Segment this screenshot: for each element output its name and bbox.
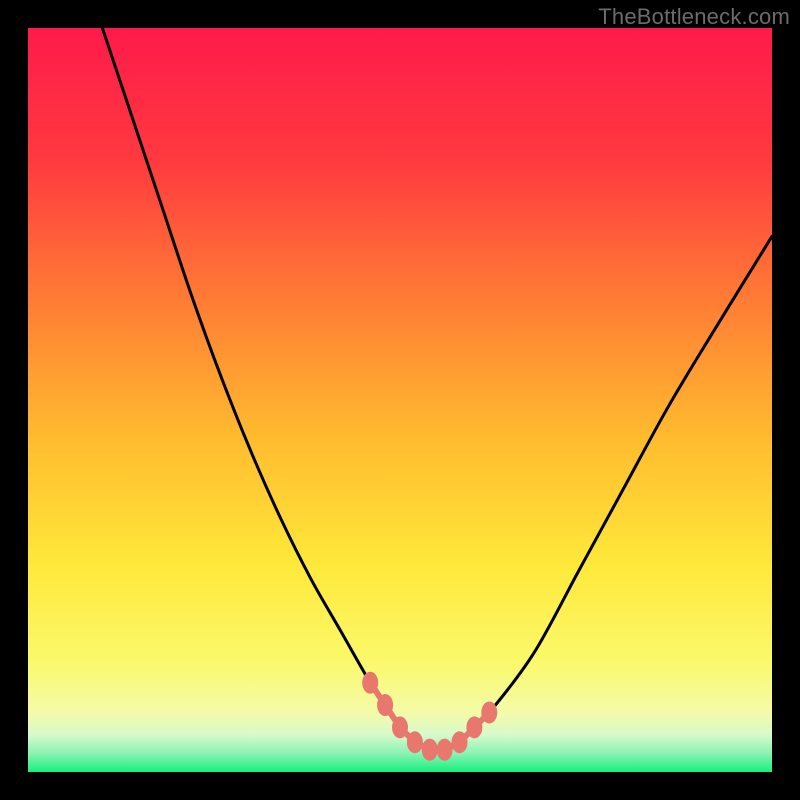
valley-dot <box>437 739 453 761</box>
valley-dot <box>377 694 393 716</box>
watermark-text: TheBottleneck.com <box>598 4 790 30</box>
chart-svg <box>28 28 772 772</box>
valley-markers <box>362 672 497 761</box>
valley-dot <box>392 716 408 738</box>
valley-dot <box>422 739 438 761</box>
valley-dot <box>481 701 497 723</box>
valley-dot <box>407 731 423 753</box>
valley-dot <box>452 731 468 753</box>
bottleneck-curve <box>102 28 772 751</box>
valley-dot <box>466 716 482 738</box>
valley-dot <box>362 672 378 694</box>
